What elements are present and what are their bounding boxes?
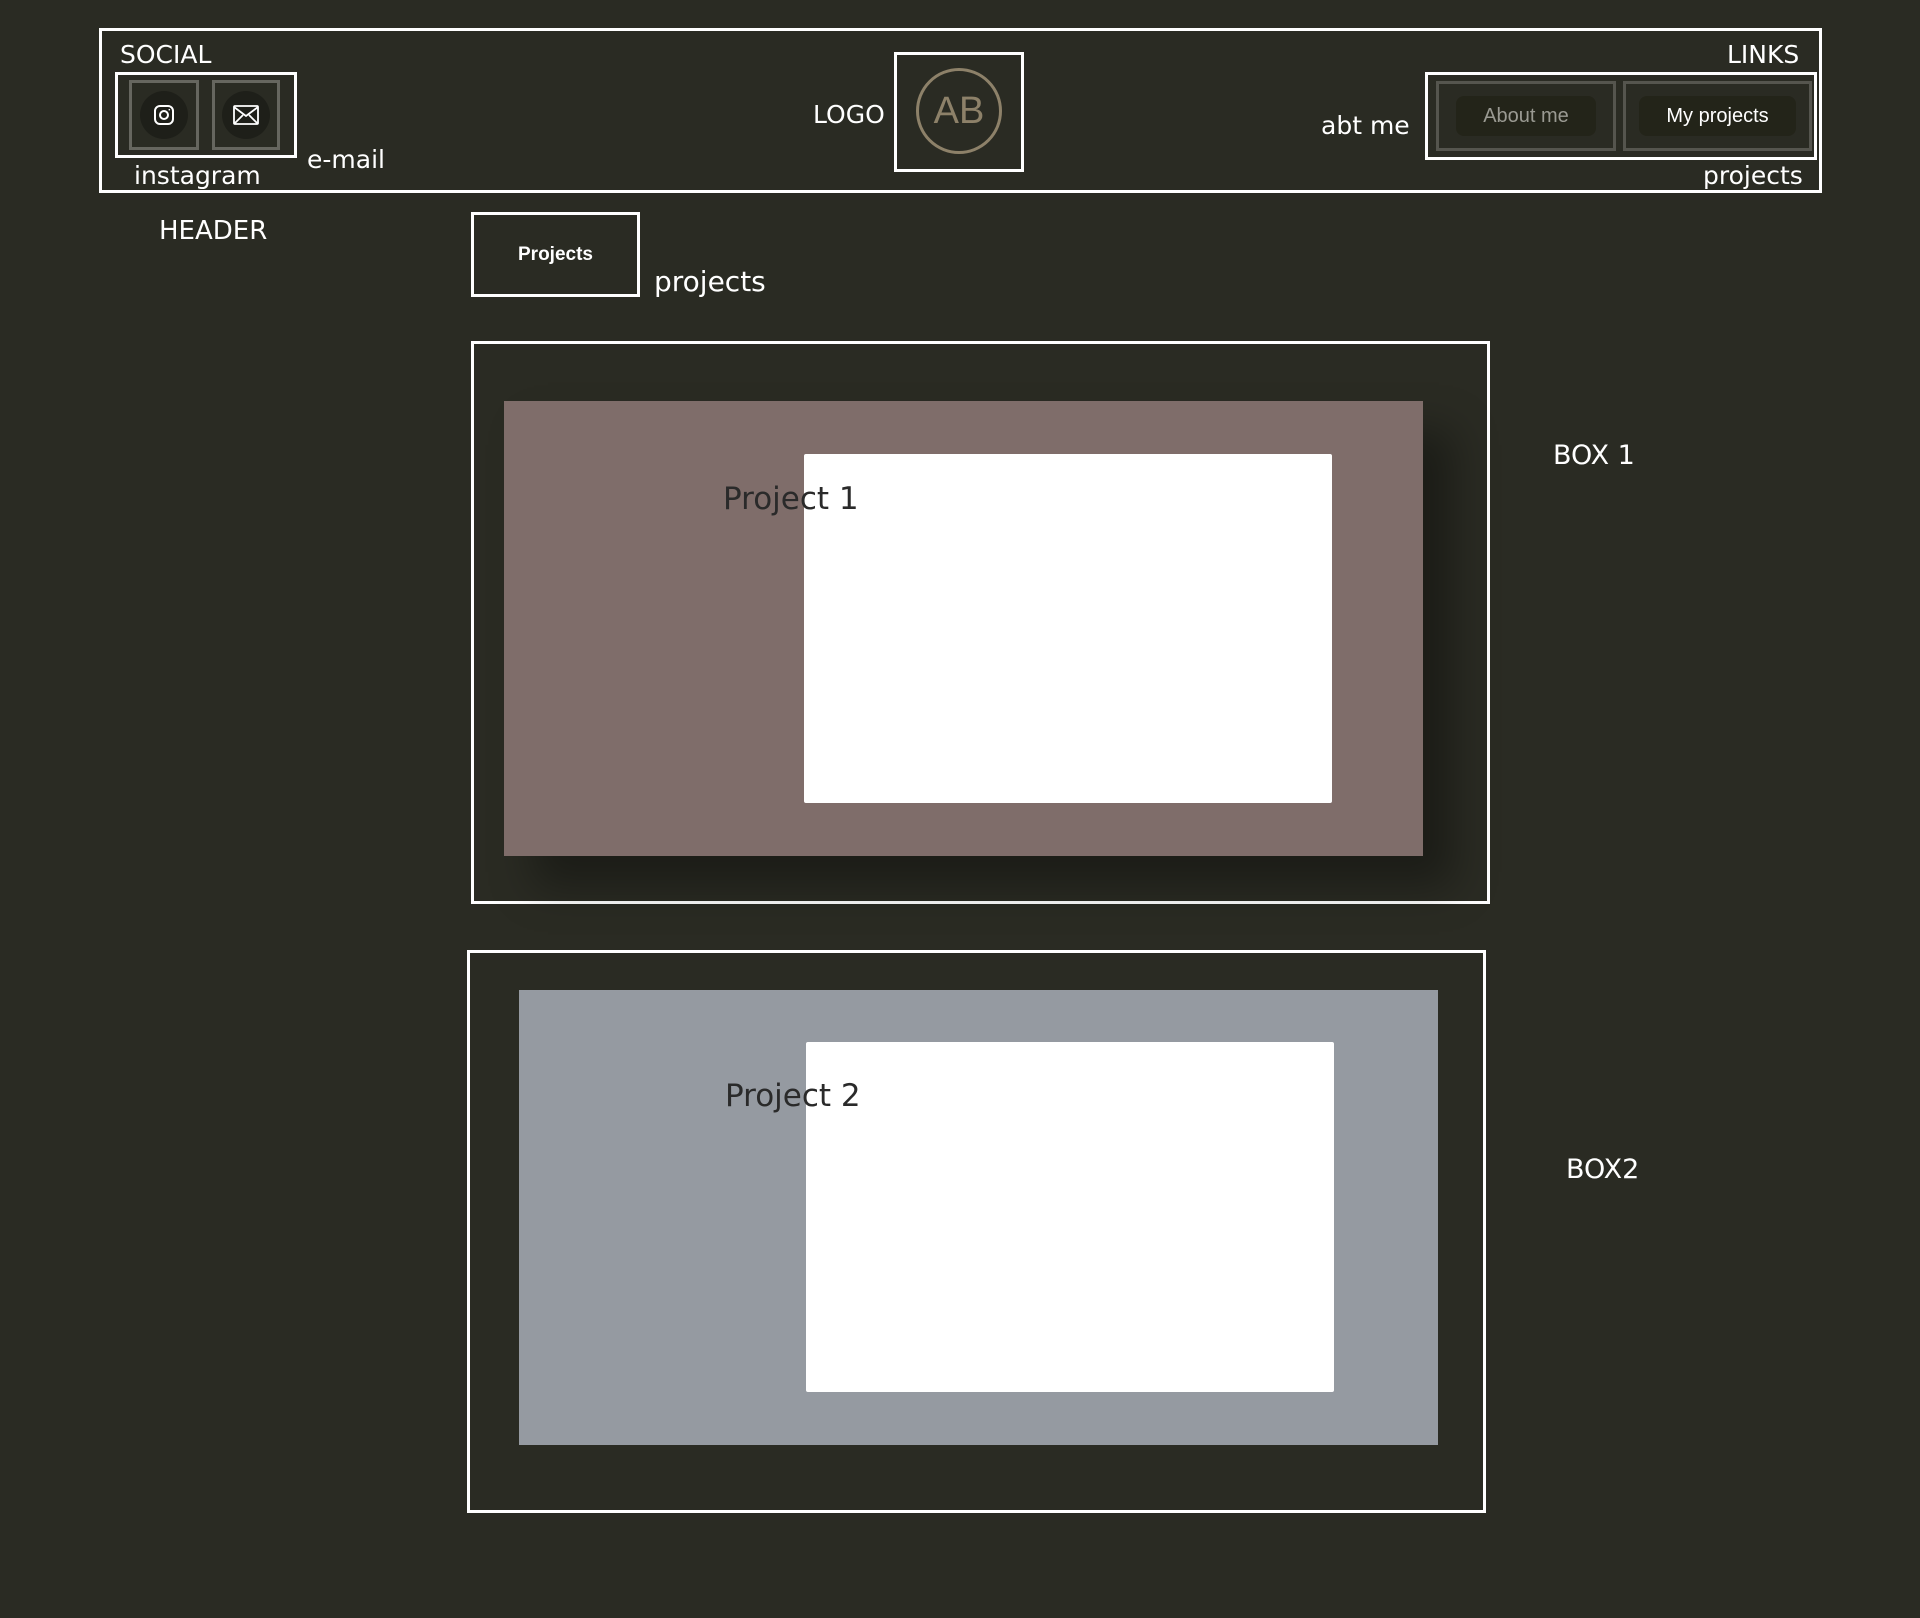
- project-1-image: [804, 454, 1332, 803]
- project-1-title: Project 1: [723, 481, 859, 517]
- instagram-annotation: instagram: [134, 161, 261, 190]
- social-label: SOCIAL: [120, 40, 212, 69]
- box-1-frame: Project 1: [471, 341, 1490, 904]
- links-label: LINKS: [1727, 40, 1800, 69]
- nav-about-slot: About me: [1436, 81, 1616, 151]
- project-2-image: [806, 1042, 1334, 1392]
- projects-button[interactable]: Projects: [471, 212, 640, 297]
- logo: AB: [916, 68, 1002, 154]
- project-1-card[interactable]: Project 1: [504, 401, 1423, 856]
- box-2-annotation: BOX2: [1566, 1154, 1640, 1185]
- instagram-icon: [140, 91, 188, 139]
- header-section-label: HEADER: [159, 216, 268, 246]
- nav-projects-slot: My projects: [1623, 81, 1812, 151]
- mail-icon: [222, 91, 270, 139]
- projects-section-annotation: projects: [654, 265, 766, 298]
- logo-annotation: LOGO: [813, 100, 885, 129]
- project-2-title: Project 2: [725, 1078, 861, 1114]
- projects-annotation-header: projects: [1703, 161, 1803, 190]
- box-2-frame: Project 2: [467, 950, 1486, 1513]
- instagram-button[interactable]: [129, 80, 199, 150]
- box-1-annotation: BOX 1: [1553, 440, 1635, 471]
- email-button[interactable]: [212, 80, 280, 150]
- project-2-card[interactable]: Project 2: [519, 990, 1438, 1445]
- nav-my-projects[interactable]: My projects: [1639, 96, 1796, 136]
- nav-about-me[interactable]: About me: [1456, 96, 1596, 136]
- social-icons-group: [115, 72, 297, 158]
- email-annotation: e-mail: [307, 145, 385, 174]
- logo-box[interactable]: AB: [894, 52, 1024, 172]
- nav-links-group: About me My projects: [1425, 72, 1817, 160]
- abt-me-annotation: abt me: [1321, 111, 1410, 140]
